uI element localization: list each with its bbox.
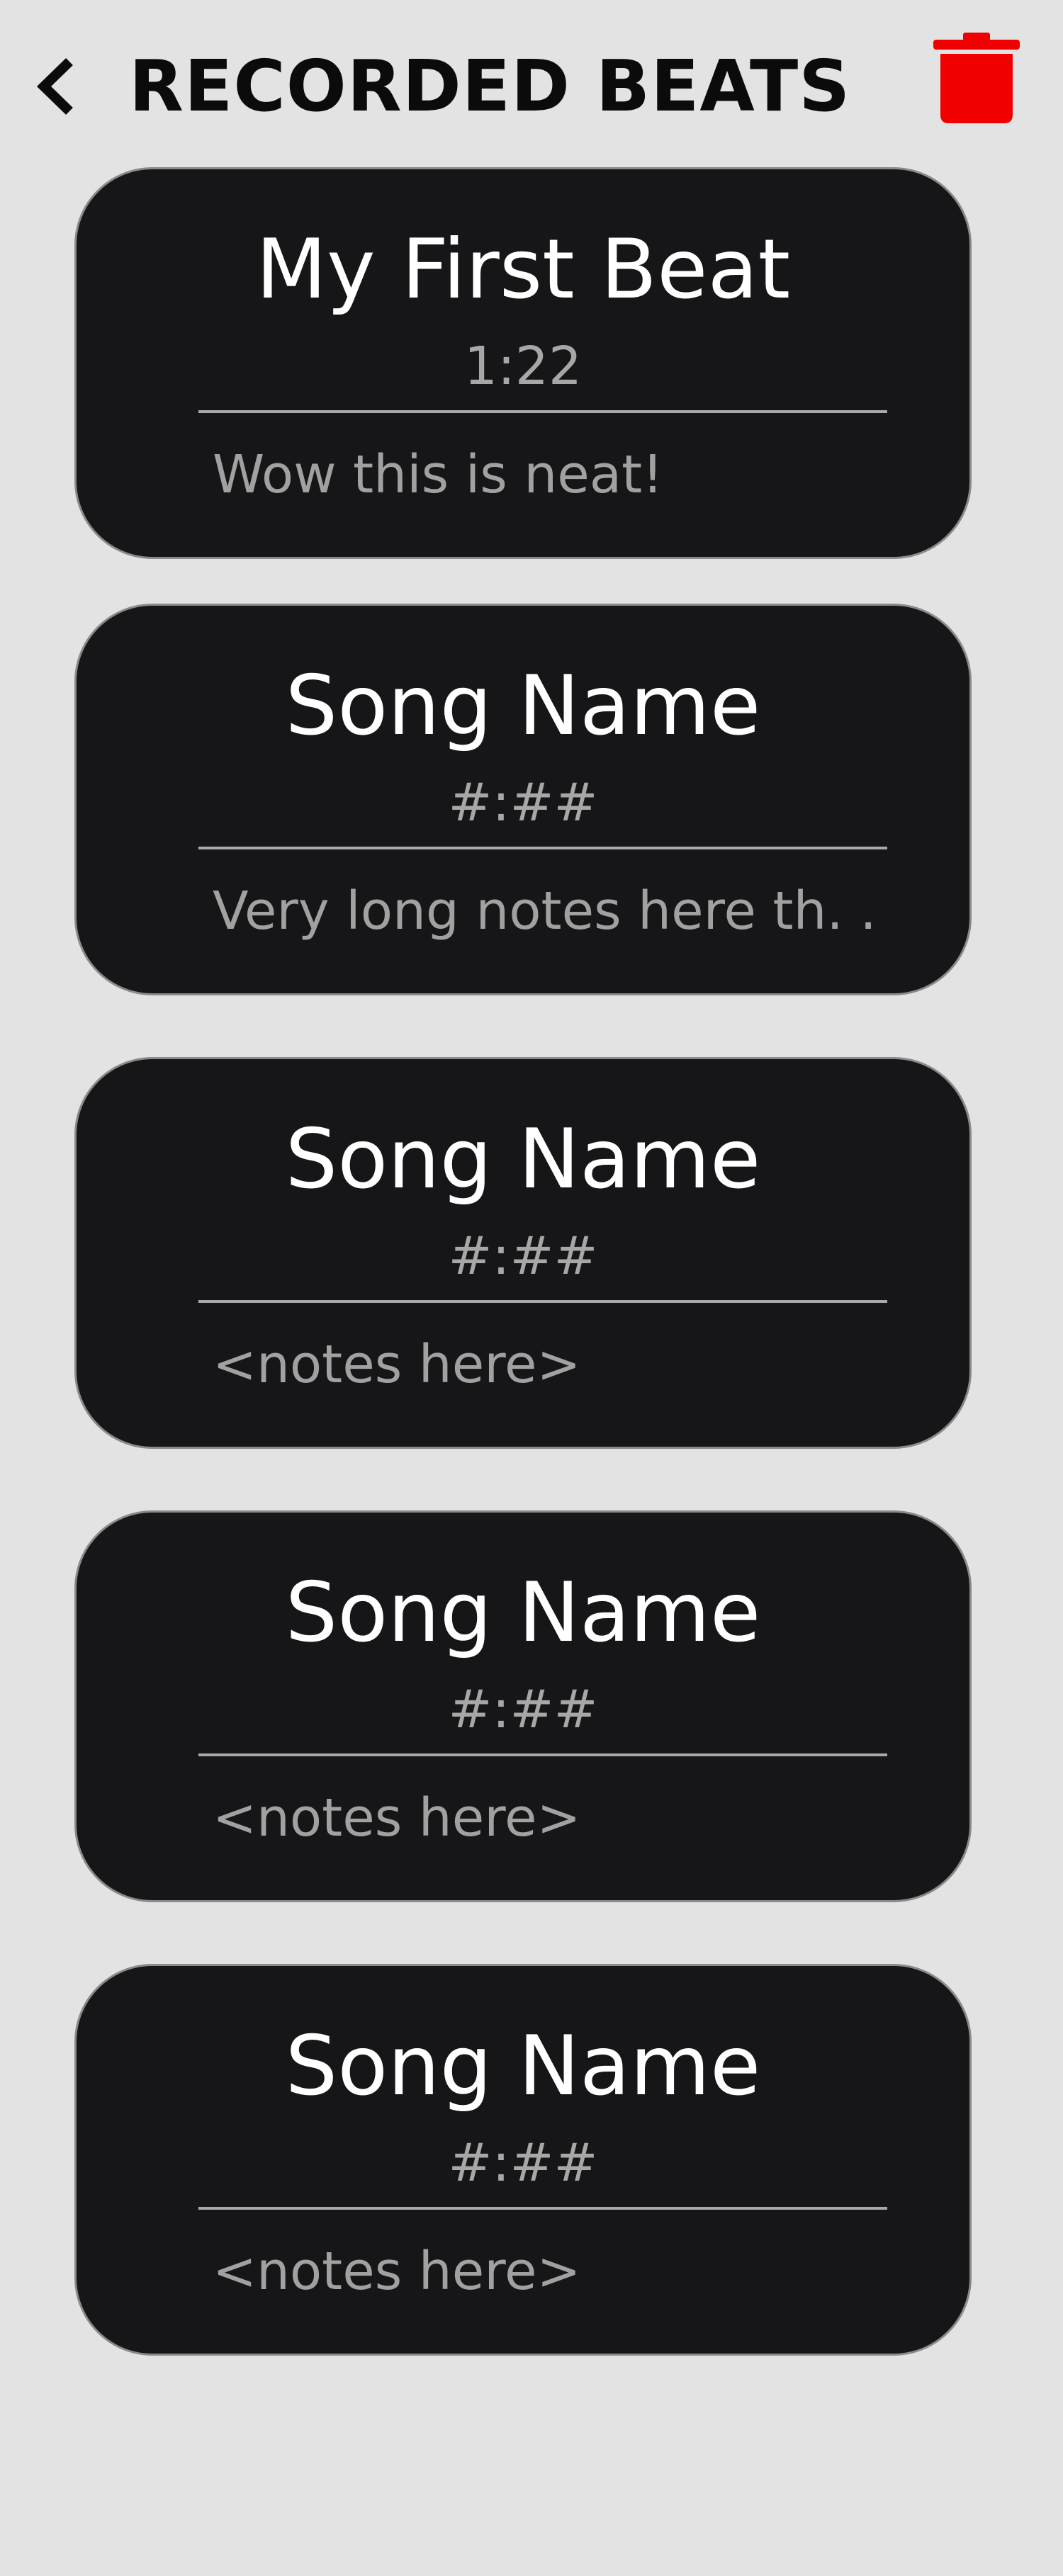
beat-notes: <notes here> xyxy=(213,1787,581,1848)
chevron-left-icon xyxy=(36,57,73,115)
beat-duration: 1:22 xyxy=(463,336,583,397)
beat-name: My First Beat xyxy=(255,222,791,317)
delete-all-button[interactable] xyxy=(928,28,1025,128)
beat-duration: #:## xyxy=(448,772,598,833)
beat-notes: <notes here> xyxy=(213,1334,581,1395)
beat-card[interactable]: My First Beat 1:22 Wow this is neat! xyxy=(74,167,972,559)
beat-duration: #:## xyxy=(448,2132,598,2193)
beat-duration: #:## xyxy=(448,1679,598,1740)
beat-name: Song Name xyxy=(285,658,761,754)
header-bar: RECORDED BEATS xyxy=(0,0,1063,167)
divider xyxy=(198,847,887,849)
page-title: RECORDED BEATS xyxy=(129,45,851,128)
beat-name: Song Name xyxy=(285,2018,761,2114)
beat-notes: Wow this is neat! xyxy=(213,444,663,505)
trash-icon xyxy=(933,33,1020,123)
divider xyxy=(198,410,887,413)
back-button[interactable] xyxy=(26,51,89,122)
beat-name: Song Name xyxy=(285,1565,761,1661)
beat-card[interactable]: Song Name #:## Very long notes here th. … xyxy=(74,604,972,995)
beat-notes: Very long notes here th. . . xyxy=(213,881,893,942)
beat-card[interactable]: Song Name #:## <notes here> xyxy=(74,1057,972,1449)
beat-notes: <notes here> xyxy=(213,2241,581,2302)
divider xyxy=(198,2207,887,2210)
divider xyxy=(198,1753,887,1756)
divider xyxy=(198,1300,887,1303)
beat-card[interactable]: Song Name #:## <notes here> xyxy=(74,1964,972,2356)
beat-name: Song Name xyxy=(285,1112,761,1207)
beat-duration: #:## xyxy=(448,1226,598,1287)
beat-card[interactable]: Song Name #:## <notes here> xyxy=(74,1510,972,1902)
